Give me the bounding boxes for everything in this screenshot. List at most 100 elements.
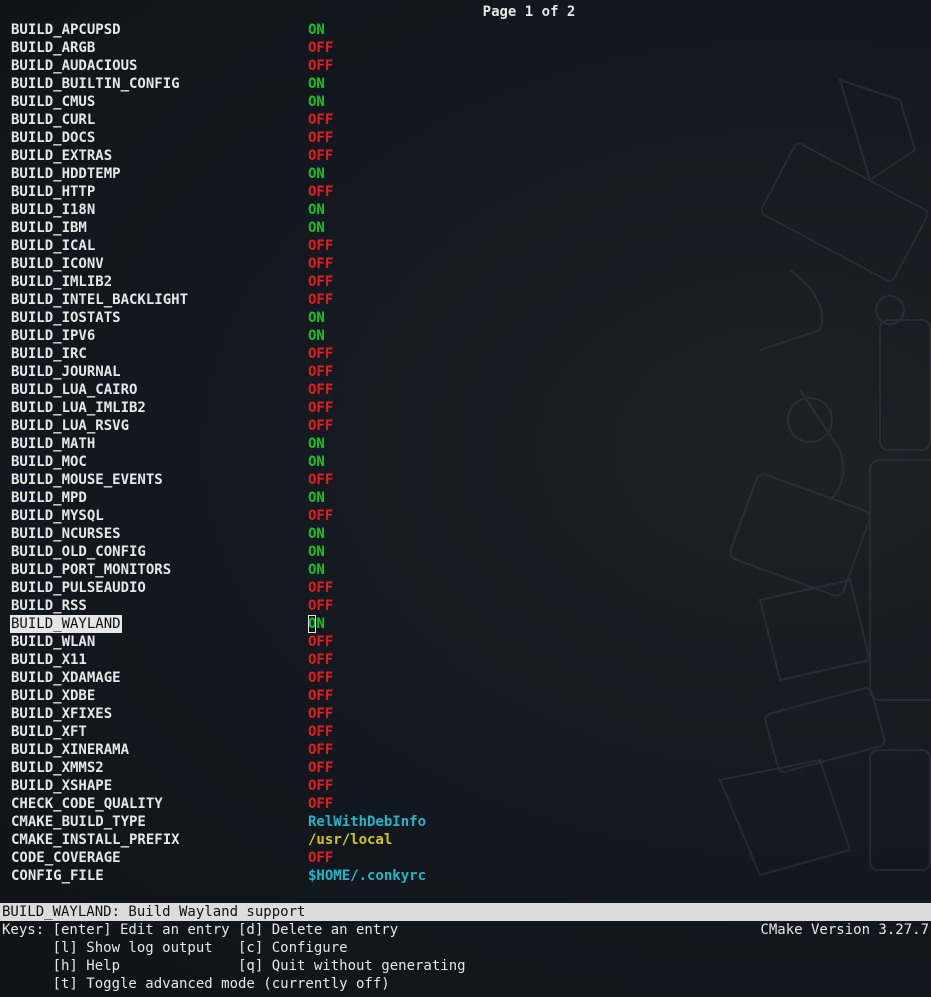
entry-value[interactable]: OFF xyxy=(308,39,333,57)
cache-entry-row[interactable]: BUILD_IOSTATS ON xyxy=(0,309,931,327)
entry-value[interactable]: ON xyxy=(308,489,325,507)
cache-entry-row[interactable]: CODE_COVERAGE OFF xyxy=(0,849,931,867)
cache-entry-row[interactable]: BUILD_XMMS2 OFF xyxy=(0,759,931,777)
cache-entry-row[interactable]: BUILD_OLD_CONFIG ON xyxy=(0,543,931,561)
cache-entry-row[interactable]: BUILD_RSS OFF xyxy=(0,597,931,615)
entry-value[interactable]: ON xyxy=(308,435,325,453)
entry-value[interactable]: OFF xyxy=(308,399,333,417)
entry-value[interactable]: OFF xyxy=(308,291,333,309)
entry-value[interactable]: ON xyxy=(308,21,325,39)
cache-entry-row[interactable]: BUILD_MPD ON xyxy=(0,489,931,507)
entry-value[interactable]: OFF xyxy=(308,687,333,705)
cache-entry-row[interactable]: CMAKE_INSTALL_PREFIX/usr/local xyxy=(0,831,931,849)
cache-entry-row[interactable]: BUILD_ICONV OFF xyxy=(0,255,931,273)
cache-entry-row[interactable]: BUILD_ICAL OFF xyxy=(0,237,931,255)
entry-value[interactable]: ON xyxy=(308,327,325,345)
cache-entry-row[interactable]: CHECK_CODE_QUALITY OFF xyxy=(0,795,931,813)
entry-value[interactable]: OFF xyxy=(308,507,333,525)
entry-value[interactable]: ON xyxy=(308,219,325,237)
cache-entry-row[interactable]: BUILD_MOUSE_EVENTS OFF xyxy=(0,471,931,489)
cache-entry-row[interactable]: BUILD_DOCS OFF xyxy=(0,129,931,147)
cache-entry-row[interactable]: BUILD_CMUS ON xyxy=(0,93,931,111)
entry-value[interactable]: OFF xyxy=(308,849,333,867)
cache-entry-row[interactable]: BUILD_HDDTEMP ON xyxy=(0,165,931,183)
entry-value[interactable]: OFF xyxy=(308,795,333,813)
entry-value[interactable]: ON xyxy=(308,615,325,633)
cache-entry-row[interactable]: BUILD_XDAMAGE OFF xyxy=(0,669,931,687)
cache-entry-row[interactable]: BUILD_MOC ON xyxy=(0,453,931,471)
entry-value[interactable]: ON xyxy=(308,561,325,579)
cache-entry-row[interactable]: CMAKE_BUILD_TYPE RelWithDebInfo xyxy=(0,813,931,831)
cache-entry-row[interactable]: BUILD_IRC OFF xyxy=(0,345,931,363)
entry-value[interactable]: OFF xyxy=(308,759,333,777)
cache-entry-row[interactable]: BUILD_WLAN OFF xyxy=(0,633,931,651)
entry-value[interactable]: ON xyxy=(308,75,325,93)
entry-value[interactable]: OFF xyxy=(308,255,333,273)
entry-value[interactable]: RelWithDebInfo xyxy=(308,813,426,831)
entry-value[interactable]: $HOME/.conkyrc xyxy=(308,867,426,885)
entry-value[interactable]: OFF xyxy=(308,777,333,795)
cache-entry-row[interactable]: BUILD_EXTRAS OFF xyxy=(0,147,931,165)
cache-entry-row[interactable]: BUILD_X11 OFF xyxy=(0,651,931,669)
cache-entry-row[interactable]: BUILD_PORT_MONITORS ON xyxy=(0,561,931,579)
entry-value[interactable]: OFF xyxy=(308,669,333,687)
entry-value[interactable]: ON xyxy=(308,453,325,471)
entry-value[interactable]: ON xyxy=(308,543,325,561)
cache-entry-row[interactable]: BUILD_JOURNAL OFF xyxy=(0,363,931,381)
entry-value[interactable]: OFF xyxy=(308,129,333,147)
cache-entry-row[interactable]: BUILD_NCURSES ON xyxy=(0,525,931,543)
cache-entry-row[interactable]: BUILD_MYSQL OFF xyxy=(0,507,931,525)
cache-entry-row[interactable]: CONFIG_FILE $HOME/.conkyrc xyxy=(0,867,931,885)
cache-entry-row[interactable]: BUILD_IMLIB2 OFF xyxy=(0,273,931,291)
entry-value[interactable]: ON xyxy=(308,93,325,111)
cache-entry-row[interactable]: BUILD_XSHAPE OFF xyxy=(0,777,931,795)
cache-entry-row[interactable]: BUILD_LUA_RSVG OFF xyxy=(0,417,931,435)
cache-entry-row[interactable]: BUILD_IBM ON xyxy=(0,219,931,237)
cache-entry-row[interactable]: BUILD_XDBE OFF xyxy=(0,687,931,705)
cache-entry-row[interactable]: BUILD_XFIXES OFF xyxy=(0,705,931,723)
entry-value[interactable]: OFF xyxy=(308,363,333,381)
cache-entry-row[interactable]: BUILD_XINERAMA OFF xyxy=(0,741,931,759)
entry-value[interactable]: OFF xyxy=(308,273,333,291)
entry-value[interactable]: OFF xyxy=(308,741,333,759)
entry-value[interactable]: OFF xyxy=(308,579,333,597)
cache-entry-row[interactable]: BUILD_MATH ON xyxy=(0,435,931,453)
cache-entry-row[interactable]: BUILD_IPV6 ON xyxy=(0,327,931,345)
entry-value[interactable]: OFF xyxy=(308,633,333,651)
cache-entries-list: BUILD_APCUPSD ON BUILD_ARGB OFF BUILD_AUDACI… xyxy=(0,21,931,885)
entry-value[interactable]: OFF xyxy=(308,147,333,165)
cache-entry-row[interactable]: BUILD_INTEL_BACKLIGHT OFF xyxy=(0,291,931,309)
entry-name: BUILD_JOURNAL xyxy=(11,364,121,380)
cache-entry-row[interactable]: BUILD_BUILTIN_CONFIG ON xyxy=(0,75,931,93)
entry-value[interactable]: OFF xyxy=(308,183,333,201)
entry-name: BUILD_XDBE xyxy=(11,688,96,704)
entry-value[interactable]: OFF xyxy=(308,651,333,669)
cache-entry-row[interactable]: BUILD_AUDACIOUS OFF xyxy=(0,57,931,75)
entry-value[interactable]: OFF xyxy=(308,345,333,363)
entry-value[interactable]: /usr/local xyxy=(308,831,392,849)
cache-entry-row[interactable]: BUILD_ARGB OFF xyxy=(0,39,931,57)
entry-value[interactable]: OFF xyxy=(308,597,333,615)
entry-value[interactable]: OFF xyxy=(308,57,333,75)
entry-value[interactable]: ON xyxy=(308,525,325,543)
cache-entry-row[interactable]: BUILD_CURL OFF xyxy=(0,111,931,129)
cache-entry-row[interactable]: BUILD_HTTP OFF xyxy=(0,183,931,201)
entry-value[interactable]: OFF xyxy=(308,111,333,129)
cache-entry-row[interactable]: BUILD_LUA_CAIRO OFF xyxy=(0,381,931,399)
cache-entry-row[interactable]: BUILD_LUA_IMLIB2 OFF xyxy=(0,399,931,417)
cache-entry-row[interactable]: BUILD_PULSEAUDIO OFF xyxy=(0,579,931,597)
entry-value[interactable]: OFF xyxy=(308,237,333,255)
cache-entry-row[interactable]: BUILD_XFT OFF xyxy=(0,723,931,741)
cache-entry-row[interactable]: BUILD_I18N ON xyxy=(0,201,931,219)
entry-value[interactable]: OFF xyxy=(308,417,333,435)
entry-name: BUILD_ARGB xyxy=(11,40,96,56)
entry-value[interactable]: OFF xyxy=(308,705,333,723)
entry-value[interactable]: ON xyxy=(308,309,325,327)
entry-value[interactable]: ON xyxy=(308,165,325,183)
entry-value[interactable]: OFF xyxy=(308,471,333,489)
entry-value[interactable]: OFF xyxy=(308,381,333,399)
entry-value[interactable]: ON xyxy=(308,201,325,219)
cache-entry-row[interactable]: BUILD_WAYLAND ON xyxy=(0,615,931,633)
cache-entry-row[interactable]: BUILD_APCUPSD ON xyxy=(0,21,931,39)
entry-value[interactable]: OFF xyxy=(308,723,333,741)
